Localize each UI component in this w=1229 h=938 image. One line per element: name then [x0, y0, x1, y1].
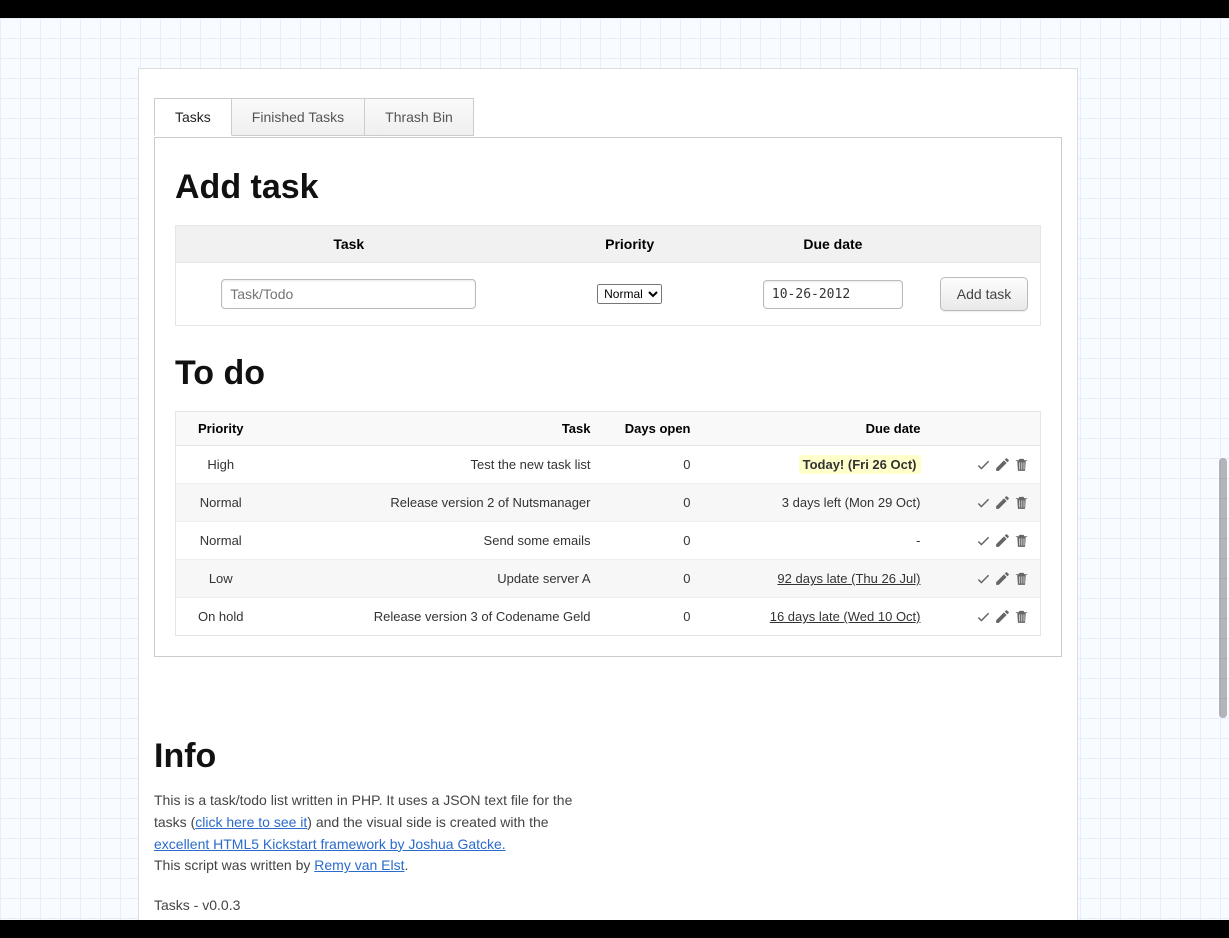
- kickstart-link[interactable]: excellent HTML5 Kickstart framework by J…: [154, 836, 506, 852]
- scrollbar-thumb[interactable]: [1219, 458, 1227, 718]
- check-icon[interactable]: [975, 532, 992, 549]
- letterbox-top: [0, 0, 1229, 18]
- priority-cell: Normal: [176, 522, 266, 560]
- priority-cell: High: [176, 446, 266, 484]
- table-row: LowUpdate server A0 92 days late (Thu 26 …: [176, 560, 1041, 598]
- check-icon[interactable]: [975, 494, 992, 511]
- table-row: NormalRelease version 2 of Nutsmanager0 3…: [176, 484, 1041, 522]
- priority-cell: Low: [176, 560, 266, 598]
- add-task-form: Task Priority Due date Normal: [175, 225, 1041, 326]
- pencil-icon[interactable]: [994, 570, 1011, 587]
- actions-cell: [931, 484, 1041, 522]
- task-cell: Update server A: [266, 560, 601, 598]
- col-header-task: Task: [176, 226, 522, 263]
- days-open-cell: 0: [601, 446, 701, 484]
- due-date-cell: 16 days late (Wed 10 Oct): [701, 598, 931, 636]
- col-header-actions: [931, 412, 1041, 446]
- due-date-text: -: [916, 533, 920, 548]
- priority-select[interactable]: Normal: [597, 284, 662, 304]
- pencil-icon[interactable]: [994, 456, 1011, 473]
- days-open-cell: 0: [601, 598, 701, 636]
- task-cell: Release version 3 of Codename Geld: [266, 598, 601, 636]
- task-cell: Test the new task list: [266, 446, 601, 484]
- letterbox-bottom: [0, 920, 1229, 938]
- due-date-cell: 3 days left (Mon 29 Oct): [701, 484, 931, 522]
- actions-cell: [931, 446, 1041, 484]
- info-paragraph-1: This is a task/todo list written in PHP.…: [154, 790, 594, 855]
- days-open-cell: 0: [601, 560, 701, 598]
- col-header-task: Task: [266, 412, 601, 446]
- check-icon[interactable]: [975, 608, 992, 625]
- priority-cell: On hold: [176, 598, 266, 636]
- pencil-icon[interactable]: [994, 494, 1011, 511]
- col-header-priority: Priority: [522, 226, 738, 263]
- tab-thrash-bin[interactable]: Thrash Bin: [365, 98, 474, 136]
- task-cell: Send some emails: [266, 522, 601, 560]
- col-header-days: Days open: [601, 412, 701, 446]
- actions-cell: [931, 560, 1041, 598]
- add-task-heading: Add task: [175, 168, 1041, 207]
- due-date-cell: 92 days late (Thu 26 Jul): [701, 560, 931, 598]
- tab-finished-tasks[interactable]: Finished Tasks: [232, 98, 365, 136]
- info-text: This script was written by: [154, 857, 314, 873]
- col-header-due: Due date: [738, 226, 928, 263]
- due-date-text: 3 days left (Mon 29 Oct): [782, 495, 921, 510]
- trash-icon[interactable]: [1013, 494, 1030, 511]
- due-date-input[interactable]: [763, 280, 903, 309]
- todo-table: Priority Task Days open Due date HighTes…: [175, 411, 1041, 636]
- check-icon[interactable]: [975, 570, 992, 587]
- col-header-due: Due date: [701, 412, 931, 446]
- pencil-icon[interactable]: [994, 532, 1011, 549]
- version-text: Tasks - v0.0.3: [154, 895, 594, 917]
- due-date-cell: Today! (Fri 26 Oct): [701, 446, 931, 484]
- author-link[interactable]: Remy van Elst: [314, 857, 404, 873]
- info-heading: Info: [154, 737, 1062, 776]
- due-date-text: 16 days late (Wed 10 Oct): [770, 609, 921, 624]
- col-header-action: [928, 226, 1040, 263]
- actions-cell: [931, 522, 1041, 560]
- col-header-priority: Priority: [176, 412, 266, 446]
- info-text: ) and the visual side is created with th…: [307, 814, 548, 830]
- main-sheet: Tasks Finished Tasks Thrash Bin Add task…: [138, 68, 1078, 920]
- info-paragraph-2: This script was written by Remy van Elst…: [154, 855, 594, 877]
- due-date-text: Today! (Fri 26 Oct): [799, 455, 921, 474]
- check-icon[interactable]: [975, 456, 992, 473]
- page-background: Tasks Finished Tasks Thrash Bin Add task…: [0, 18, 1229, 920]
- info-text: .: [405, 857, 409, 873]
- days-open-cell: 0: [601, 522, 701, 560]
- trash-icon[interactable]: [1013, 532, 1030, 549]
- table-row: On holdRelease version 3 of Codename Gel…: [176, 598, 1041, 636]
- table-row: NormalSend some emails0 -: [176, 522, 1041, 560]
- trash-icon[interactable]: [1013, 570, 1030, 587]
- table-row: HighTest the new task list0 Today! (Fri 2…: [176, 446, 1041, 484]
- due-date-cell: -: [701, 522, 931, 560]
- pencil-icon[interactable]: [994, 608, 1011, 625]
- info-section: Info This is a task/todo list written in…: [154, 737, 1062, 916]
- task-cell: Release version 2 of Nutsmanager: [266, 484, 601, 522]
- add-task-button[interactable]: Add task: [940, 277, 1028, 311]
- trash-icon[interactable]: [1013, 608, 1030, 625]
- task-input[interactable]: [221, 279, 476, 309]
- todo-heading: To do: [175, 354, 1041, 393]
- tab-bar: Tasks Finished Tasks Thrash Bin: [154, 98, 1077, 136]
- priority-cell: Normal: [176, 484, 266, 522]
- trash-icon[interactable]: [1013, 456, 1030, 473]
- days-open-cell: 0: [601, 484, 701, 522]
- tasks-panel: Add task Task Priority Due date: [154, 137, 1062, 657]
- json-file-link[interactable]: click here to see it: [195, 814, 307, 830]
- due-date-text: 92 days late (Thu 26 Jul): [777, 571, 920, 586]
- actions-cell: [931, 598, 1041, 636]
- tab-tasks[interactable]: Tasks: [154, 98, 232, 136]
